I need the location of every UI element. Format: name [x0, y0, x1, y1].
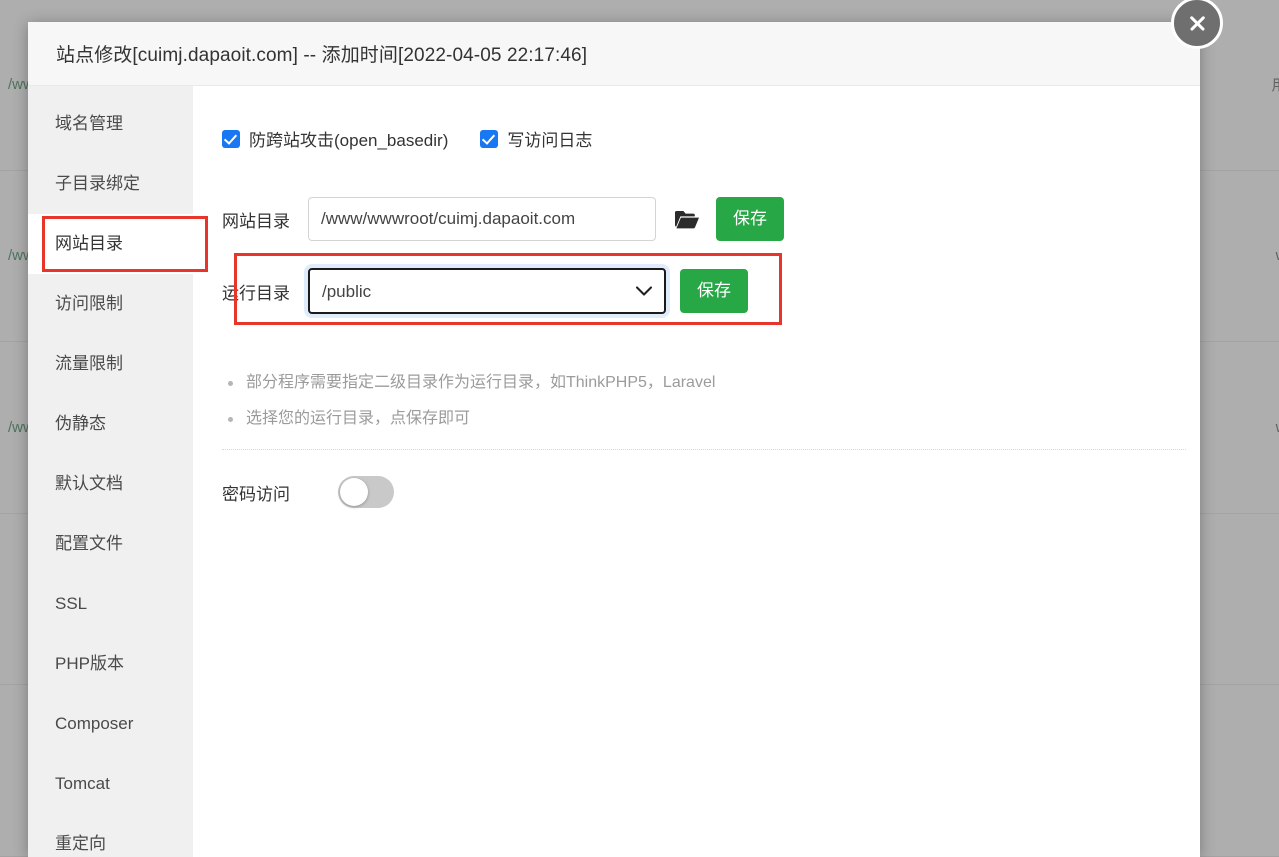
dialog-title: 站点修改[cuimj.dapaoit.com] -- 添加时间[2022-04-…	[56, 45, 588, 66]
site-directory-label: 网站目录	[222, 211, 290, 231]
sidebar-item-label: 访问限制	[55, 294, 123, 313]
sidebar-item-label: 重定向	[55, 834, 106, 853]
security-options-row: 防跨站攻击(open_basedir) 写访问日志	[222, 126, 1200, 151]
tip-item: 选择您的运行目录，点保存即可	[222, 401, 1200, 437]
sidebar-item-label: 配置文件	[55, 534, 123, 553]
checkbox-checked-icon	[480, 129, 499, 148]
sidebar-item-tomcat[interactable]: Tomcat	[28, 754, 193, 814]
sidebar-item-subdirectory-binding[interactable]: 子目录绑定	[28, 154, 193, 214]
checkbox-checked-icon	[222, 129, 240, 148]
access-log-label: 写访问日志	[507, 131, 593, 150]
sidebar-item-traffic-limit[interactable]: 流量限制	[28, 334, 193, 394]
access-log-checkbox[interactable]: 写访问日志	[480, 126, 592, 151]
sidebar-item-default-document[interactable]: 默认文档	[28, 454, 193, 514]
sidebar-item-label: 域名管理	[55, 114, 123, 133]
password-access-label: 密码访问	[222, 484, 290, 504]
password-access-toggle[interactable]	[338, 476, 394, 508]
open-basedir-checkbox[interactable]: 防跨站攻击(open_basedir)	[222, 126, 448, 151]
run-directory-tips: 部分程序需要指定二级目录作为运行目录，如ThinkPHP5，Laravel 选择…	[222, 365, 1200, 437]
sidebar-item-domain-management[interactable]: 域名管理	[28, 94, 193, 154]
run-directory-save-button[interactable]: 保存	[680, 269, 748, 313]
folder-icon[interactable]	[672, 204, 702, 234]
section-divider	[222, 449, 1186, 450]
sidebar-item-website-directory[interactable]: 网站目录	[28, 214, 208, 274]
sidebar-item-label: 网站目录	[55, 234, 123, 253]
tip-item: 部分程序需要指定二级目录作为运行目录，如ThinkPHP5，Laravel	[222, 365, 1200, 401]
run-directory-highlight-group: 运行目录 //public 保存	[222, 253, 782, 329]
sidebar-item-composer[interactable]: Composer	[28, 694, 193, 754]
sidebar-item-label: Tomcat	[55, 774, 110, 793]
open-basedir-label: 防跨站攻击(open_basedir)	[249, 131, 449, 150]
sidebar-item-label: 默认文档	[55, 474, 123, 493]
site-directory-save-button[interactable]: 保存	[716, 197, 784, 241]
run-directory-select[interactable]: //public	[308, 268, 666, 314]
sidebar-item-label: 子目录绑定	[55, 174, 140, 193]
site-modify-dialog: 站点修改[cuimj.dapaoit.com] -- 添加时间[2022-04-…	[28, 22, 1200, 857]
sidebar-item-label: 伪静态	[55, 414, 106, 433]
sidebar-item-ssl[interactable]: SSL	[28, 574, 193, 634]
site-directory-input[interactable]	[308, 197, 656, 241]
run-directory-row: 运行目录 //public 保存	[222, 267, 748, 315]
password-access-row: 密码访问	[222, 476, 1200, 508]
dialog-sidebar: 域名管理 子目录绑定 网站目录 访问限制 流量限制 伪静态 默认文档 配置文件	[28, 86, 208, 857]
dialog-header: 站点修改[cuimj.dapaoit.com] -- 添加时间[2022-04-…	[28, 22, 1200, 86]
run-directory-select-wrap: //public	[308, 268, 666, 314]
run-directory-label: 运行目录	[222, 283, 290, 303]
site-directory-row: 网站目录 保存	[222, 195, 1200, 243]
sidebar-item-config-file[interactable]: 配置文件	[28, 514, 193, 574]
sidebar-item-rewrite[interactable]: 伪静态	[28, 394, 193, 454]
sidebar-item-label: SSL	[55, 594, 88, 613]
toggle-knob	[340, 478, 368, 506]
dialog-body: 域名管理 子目录绑定 网站目录 访问限制 流量限制 伪静态 默认文档 配置文件	[28, 86, 1200, 857]
sidebar-item-label: 流量限制	[55, 354, 123, 373]
sidebar-item-label: Composer	[55, 714, 134, 733]
sidebar-item-redirect[interactable]: 重定向	[28, 814, 193, 857]
sidebar-item-php-version[interactable]: PHP版本	[28, 634, 193, 694]
sidebar-item-access-restriction[interactable]: 访问限制	[28, 274, 193, 334]
sidebar-item-label: PHP版本	[55, 654, 124, 673]
website-directory-panel: 防跨站攻击(open_basedir) 写访问日志 网站目录 保存	[193, 86, 1200, 857]
